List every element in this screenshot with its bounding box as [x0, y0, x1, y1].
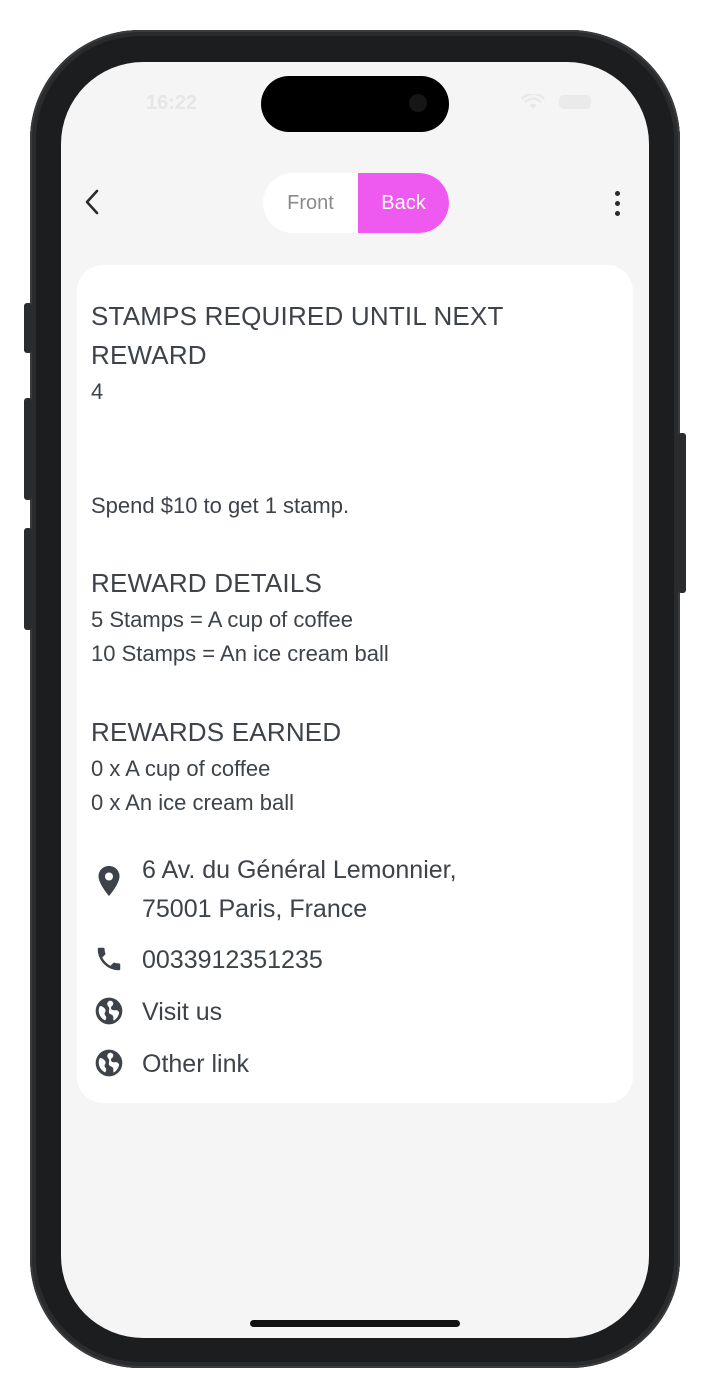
- pass-back-card: STAMPS REQUIRED UNTIL NEXT REWARD 4 Spen…: [77, 265, 633, 1103]
- rewards-earned-heading: REWARDS EARNED: [91, 717, 342, 747]
- tab-front[interactable]: Front: [263, 173, 358, 233]
- wifi-icon: [521, 94, 545, 109]
- ellipsis-dot: [614, 210, 620, 216]
- stamps-required-value: 4: [91, 379, 104, 404]
- stamps-required-heading: STAMPS REQUIRED UNTIL NEXT REWARD: [91, 301, 504, 370]
- address-line-2: 75001 Paris, France: [142, 895, 368, 923]
- front-back-toggle: Front Back: [263, 173, 449, 233]
- reward-details-heading: REWARD DETAILS: [91, 568, 323, 598]
- reward-detail-item: 10 Stamps = An ice cream ball: [91, 641, 389, 666]
- battery-icon: [559, 95, 591, 109]
- location-pin-icon: [91, 863, 127, 899]
- reward-earned-item: 0 x A cup of coffee: [91, 756, 271, 781]
- vertical-ellipsis-icon: [614, 190, 620, 196]
- visit-us-link: Visit us: [142, 998, 223, 1026]
- reward-earned-item: 0 x An ice cream ball: [91, 790, 294, 815]
- camera-icon: [409, 94, 427, 112]
- phone-icon: [91, 941, 127, 977]
- status-icons: [521, 94, 591, 110]
- action-button: [24, 303, 32, 353]
- address-row[interactable]: 6 Av. du Général Lemonnier, 75001 Paris,…: [91, 851, 611, 929]
- more-options-button[interactable]: [607, 186, 627, 220]
- reward-detail-item: 5 Stamps = A cup of coffee: [91, 607, 353, 632]
- phone-number: 0033912351235: [142, 946, 323, 974]
- volume-down-button: [24, 528, 32, 630]
- dynamic-island: [261, 76, 449, 132]
- other-link-row[interactable]: Other link: [91, 1045, 611, 1084]
- status-time: 16:22: [146, 92, 198, 114]
- globe-icon: [91, 993, 127, 1029]
- tab-back[interactable]: Back: [358, 173, 449, 233]
- phone-row[interactable]: 0033912351235: [91, 941, 611, 980]
- visit-us-row[interactable]: Visit us: [91, 993, 611, 1032]
- back-button[interactable]: [79, 184, 105, 220]
- address-text: 6 Av. du Général Lemonnier, 75001 Paris,…: [142, 851, 457, 929]
- home-indicator[interactable]: [250, 1320, 460, 1327]
- screen: 16:22 Front Back STAMPS REQUIRED UNTIL N…: [61, 62, 649, 1338]
- ellipsis-dot: [614, 200, 620, 206]
- address-line-1: 6 Av. du Général Lemonnier,: [142, 856, 457, 884]
- card-content: STAMPS REQUIRED UNTIL NEXT REWARD 4 Spen…: [91, 297, 611, 820]
- other-link: Other link: [142, 1050, 249, 1078]
- spend-rule: Spend $10 to get 1 stamp.: [91, 493, 350, 518]
- power-button: [678, 433, 686, 593]
- chevron-left-icon: [85, 189, 99, 215]
- volume-up-button: [24, 398, 32, 500]
- globe-icon: [91, 1045, 127, 1081]
